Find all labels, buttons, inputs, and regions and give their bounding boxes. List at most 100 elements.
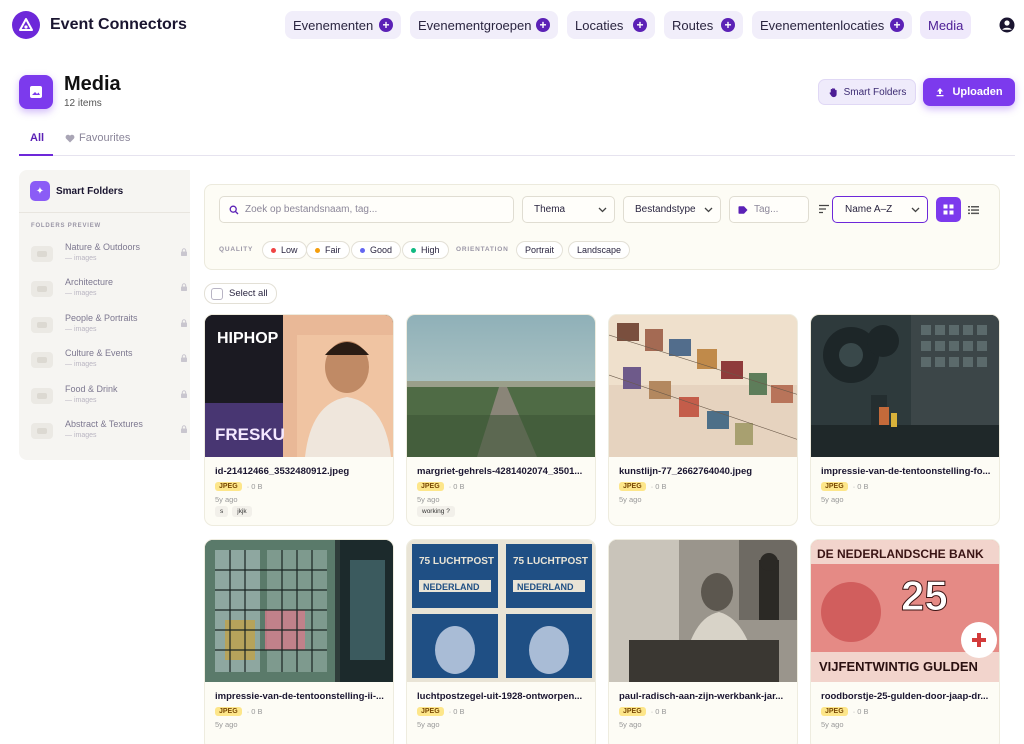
file-type-badge: JPEG (619, 482, 646, 491)
thumbnail-exhibition[interactable] (811, 315, 1000, 457)
file-meta: JPEG · 0 B (821, 482, 869, 491)
nav-evenementenlocaties[interactable]: Evenementenlocaties + (752, 11, 912, 39)
folder-name: Architecture (65, 277, 114, 287)
thumbnail-stained-glass[interactable] (205, 540, 394, 682)
filetype-select[interactable]: Bestandstype (623, 196, 721, 223)
thumbnail-photo-line[interactable] (609, 315, 798, 457)
plus-icon[interactable]: + (890, 18, 904, 32)
file-meta: JPEG · 0 B (821, 707, 869, 716)
list-view-button[interactable] (961, 197, 986, 222)
grid-view-button[interactable] (936, 197, 961, 222)
quality-chip-low[interactable]: Low (262, 241, 307, 259)
folder-people-portraits[interactable]: People & Portraits — images (31, 311, 187, 341)
banknote-denomination: VIJFENTWINTIG GULDEN (819, 659, 978, 674)
thumbnail-hiphop-poster[interactable]: HIPHOP FRESKU (205, 315, 394, 457)
search-input[interactable] (245, 204, 495, 215)
brand-logo-icon (12, 11, 40, 39)
tab-favourites[interactable]: Favourites (65, 132, 130, 144)
file-age: 5y ago (417, 720, 440, 729)
thumbnail-airmail-stamps[interactable]: 75 LUCHTPOST 75 LUCHTPOST NEDERLAND NEDE… (407, 540, 596, 682)
folder-nature-outdoors[interactable]: Nature & Outdoors — images (31, 240, 187, 270)
hand-icon (829, 87, 837, 97)
top-navigation: Event Connectors Evenementen + Evenement… (0, 0, 1024, 50)
file-age: 5y ago (215, 720, 238, 729)
quality-chip-fair[interactable]: Fair (306, 241, 350, 259)
lock-icon (181, 425, 187, 433)
tag-chip[interactable]: jkjk (232, 506, 252, 517)
tab-all[interactable]: All (30, 132, 44, 144)
folder-food-drink[interactable]: Food & Drink — images (31, 382, 187, 412)
file-age: 5y ago (417, 495, 440, 504)
tabs: All Favourites (19, 128, 1015, 156)
file-size: · 0 B (852, 707, 869, 716)
plus-icon[interactable]: + (536, 18, 550, 32)
nav-locaties[interactable]: Locaties + (567, 11, 655, 39)
media-card[interactable]: kunstlijn-77_2662764040.jpeg JPEG · 0 B … (608, 314, 798, 526)
thumbnail-landscape-painting[interactable] (407, 315, 596, 457)
banknote-value: 25 (901, 572, 948, 619)
nav-evenementgroepen[interactable]: Evenementgroepen + (410, 11, 558, 39)
tag-input-placeholder: Tag... (754, 204, 779, 215)
search-box[interactable] (219, 196, 514, 223)
file-meta: JPEG · 0 B (417, 707, 465, 716)
tag-input[interactable]: Tag... (729, 196, 809, 223)
media-card[interactable]: impressie-van-de-tentoonstelling-fo... J… (810, 314, 1000, 526)
smart-folders-button[interactable]: Smart Folders (818, 79, 916, 105)
nav-evenementen[interactable]: Evenementen + (285, 11, 401, 39)
quality-label: QUALITY (219, 246, 254, 253)
file-type-badge: JPEG (417, 482, 444, 491)
select-all-checkbox[interactable] (211, 287, 223, 300)
folder-count: — images (65, 326, 97, 333)
folders-preview-label: FOLDERS PREVIEW (31, 223, 102, 229)
nav-label: Locaties (575, 17, 624, 33)
folder-name: Abstract & Textures (65, 419, 143, 429)
lock-icon (181, 390, 187, 398)
media-card[interactable]: HIPHOP FRESKU id-21412466_3532480912.jpe… (204, 314, 394, 526)
folder-culture-events[interactable]: Culture & Events — images (31, 346, 187, 376)
thumbnail-workbench-photo[interactable] (609, 540, 798, 682)
quality-chip-good[interactable]: Good (351, 241, 402, 259)
file-type-badge: JPEG (821, 482, 848, 491)
plus-icon[interactable]: + (721, 18, 735, 32)
select-all-button[interactable]: Select all (204, 283, 277, 304)
brand[interactable]: Event Connectors (12, 11, 187, 39)
media-card[interactable]: DE NEDERLANDSCHE BANK 25 VIJFENTWINTIG G… (810, 539, 1000, 744)
file-type-badge: JPEG (417, 707, 444, 716)
media-card[interactable]: margriet-gehrels-4281402074_3501... JPEG… (406, 314, 596, 526)
folder-abstract-textures[interactable]: Abstract & Textures — images (31, 417, 187, 447)
nav-label: Routes (672, 17, 714, 33)
quality-chip-high[interactable]: High (402, 241, 449, 259)
media-card[interactable]: paul-radisch-aan-zijn-werkbank-jar... JP… (608, 539, 798, 744)
sparkle-icon: ✦ (30, 181, 50, 201)
file-age: 5y ago (821, 495, 844, 504)
orientation-chip-landscape[interactable]: Landscape (568, 241, 631, 259)
folder-architecture[interactable]: Architecture — images (31, 275, 187, 305)
orientation-chip-portrait[interactable]: Portrait (516, 241, 564, 259)
plus-icon[interactable]: + (379, 18, 393, 32)
upload-button[interactable]: Uploaden (923, 78, 1015, 106)
sort-select[interactable]: Name A–Z (832, 196, 928, 223)
file-name: paul-radisch-aan-zijn-werkbank-jar... (619, 691, 784, 702)
file-name: kunstlijn-77_2662764040.jpeg (619, 466, 753, 477)
nav-media[interactable]: Media (920, 11, 972, 39)
nav-label: Evenementen (293, 17, 374, 33)
file-name: roodborstje-25-gulden-door-jaap-dr... (821, 691, 989, 702)
thumbnail-banknote[interactable]: DE NEDERLANDSCHE BANK 25 VIJFENTWINTIG G… (811, 540, 1000, 682)
plus-icon[interactable]: + (633, 18, 647, 32)
lock-icon (181, 354, 187, 362)
media-card[interactable]: 75 LUCHTPOST 75 LUCHTPOST NEDERLAND NEDE… (406, 539, 596, 744)
media-icon (19, 75, 53, 109)
status-dot (411, 247, 416, 253)
file-name: id-21412466_3532480912.jpeg (215, 466, 350, 477)
theme-select[interactable]: Thema (522, 196, 615, 223)
sort-icon[interactable] (818, 204, 830, 214)
file-name: luchtpostzegel-uit-1928-ontworpen... (417, 691, 583, 702)
nav-routes[interactable]: Routes + (664, 11, 743, 39)
user-account-icon[interactable] (999, 17, 1015, 33)
media-card[interactable]: impressie-van-de-tentoonstelling-ii-... … (204, 539, 394, 744)
file-name: margriet-gehrels-4281402074_3501... (417, 466, 583, 477)
tag-chip[interactable]: s (215, 506, 229, 517)
grid-icon (943, 204, 954, 215)
tag-chip[interactable]: working ? (417, 506, 455, 517)
tab-favourites-label: Favourites (79, 132, 131, 144)
